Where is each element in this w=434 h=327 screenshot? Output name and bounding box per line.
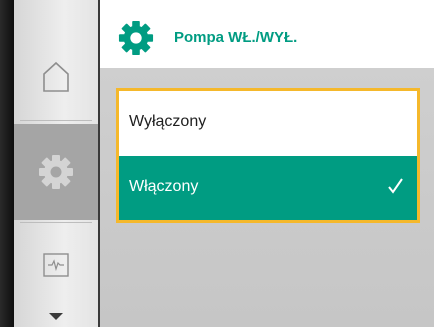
option-on-label: Włączony	[129, 178, 199, 195]
content-area: Wyłączony Włączony	[100, 68, 434, 327]
option-menu: Wyłączony Włączony	[116, 88, 420, 223]
sidebar-item-home[interactable]	[14, 36, 98, 118]
option-off[interactable]: Wyłączony	[119, 91, 417, 155]
monitor-icon	[43, 253, 69, 277]
page-header: Pompa WŁ./WYŁ.	[100, 0, 434, 68]
sidebar-divider	[20, 120, 92, 121]
option-off-label: Wyłączony	[129, 113, 207, 130]
device-bezel	[0, 0, 14, 327]
sidebar-divider	[20, 222, 92, 223]
option-on[interactable]: Włączony	[119, 156, 417, 220]
page-title: Pompa WŁ./WYŁ.	[174, 29, 298, 46]
sidebar	[14, 0, 100, 327]
sidebar-scroll-down[interactable]	[14, 306, 98, 327]
scroll-down-arrow-icon	[49, 312, 63, 320]
checkmark-icon	[388, 178, 403, 194]
sidebar-item-monitor[interactable]	[14, 224, 98, 306]
gear-icon	[118, 20, 154, 56]
settings-gear-icon	[39, 155, 73, 189]
sidebar-item-settings[interactable]	[14, 124, 98, 220]
home-icon	[43, 61, 69, 92]
